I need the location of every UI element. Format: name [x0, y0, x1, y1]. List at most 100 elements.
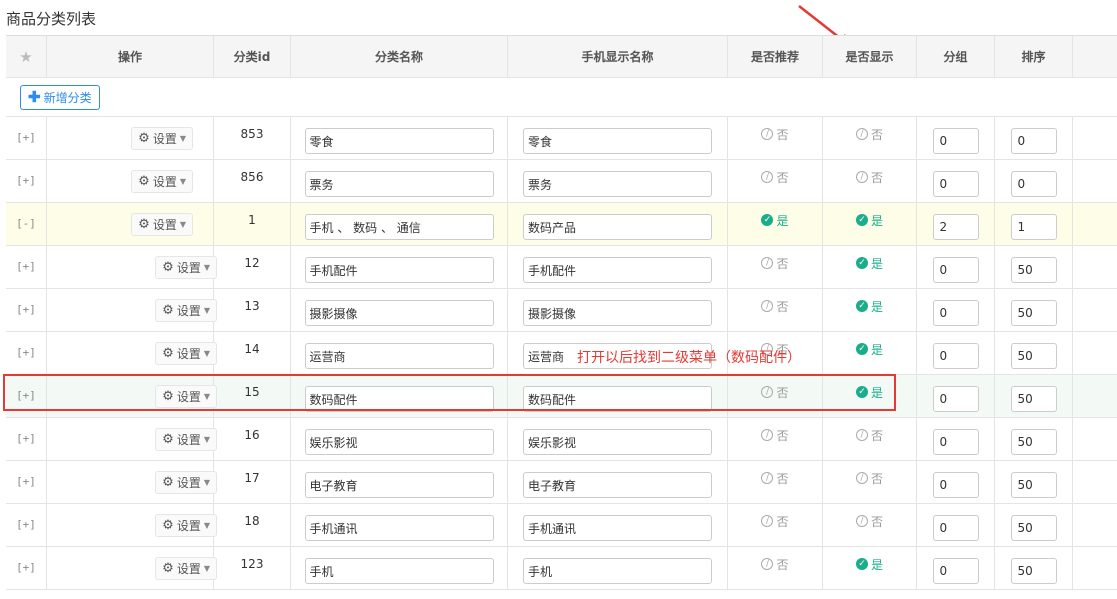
recommend-toggle[interactable]: / 否 [761, 298, 789, 315]
mobile-name-input[interactable] [523, 300, 712, 326]
mobile-name-input[interactable] [523, 171, 712, 197]
ban-icon: / [761, 171, 774, 183]
name-cell [291, 418, 508, 460]
category-name-input[interactable] [304, 343, 494, 369]
group-input[interactable] [932, 558, 979, 584]
recommend-toggle[interactable]: / 否 [761, 126, 789, 143]
display-toggle[interactable]: ✓ 是 [855, 212, 883, 229]
sort-input[interactable] [1010, 171, 1057, 197]
group-cell [917, 246, 995, 288]
category-name-input[interactable] [304, 171, 494, 197]
settings-dropdown-button[interactable]: ⚙ 设置 ▼ [155, 298, 217, 322]
mobile-name-input[interactable] [523, 257, 712, 283]
recommend-toggle[interactable]: / 否 [761, 513, 789, 530]
group-input[interactable] [932, 429, 979, 455]
recommend-toggle[interactable]: ✓ 是 [761, 212, 789, 229]
group-input[interactable] [932, 515, 979, 541]
mobile-name-input[interactable] [523, 386, 712, 412]
sort-input[interactable] [1010, 214, 1057, 240]
display-toggle[interactable]: / 否 [855, 427, 883, 444]
expand-toggle[interactable]: [+] [16, 518, 36, 531]
display-toggle[interactable]: ✓ 是 [855, 341, 883, 358]
category-name-input[interactable] [304, 472, 494, 498]
recommend-toggle[interactable]: / 否 [761, 169, 789, 186]
recommend-toggle[interactable]: / 否 [761, 556, 789, 573]
expand-toggle[interactable]: [+] [16, 475, 36, 488]
sort-input[interactable] [1010, 300, 1057, 326]
display-toggle[interactable]: / 否 [855, 126, 883, 143]
id-cell: 18 [214, 504, 291, 546]
mobile-name-input[interactable] [523, 472, 712, 498]
category-name-input[interactable] [304, 558, 494, 584]
category-name-input[interactable] [304, 515, 494, 541]
category-name-input[interactable] [304, 128, 494, 154]
expand-toggle[interactable]: [+] [16, 303, 36, 316]
group-input[interactable] [932, 257, 979, 283]
settings-dropdown-button[interactable]: ⚙ 设置 ▼ [155, 341, 217, 365]
recommend-toggle[interactable]: / 否 [761, 255, 789, 272]
category-name-input[interactable] [304, 386, 494, 412]
display-toggle[interactable]: ✓ 是 [855, 556, 883, 573]
header-group: 分组 [917, 36, 995, 77]
display-toggle[interactable]: ✓ 是 [855, 384, 883, 401]
display-toggle[interactable]: / 否 [855, 470, 883, 487]
extra-cell [1073, 160, 1117, 202]
recommend-cell: / 否 [728, 117, 823, 159]
settings-dropdown-button[interactable]: ⚙ 设置 ▼ [155, 384, 217, 408]
group-input[interactable] [932, 214, 979, 240]
mobile-name-input[interactable] [523, 429, 712, 455]
settings-dropdown-button[interactable]: ⚙ 设置 ▼ [131, 169, 193, 193]
sort-input[interactable] [1010, 386, 1057, 412]
category-name-input[interactable] [304, 257, 494, 283]
expand-toggle[interactable]: [+] [16, 432, 36, 445]
sort-input[interactable] [1010, 515, 1057, 541]
sort-input[interactable] [1010, 128, 1057, 154]
display-toggle[interactable]: ✓ 是 [855, 255, 883, 272]
sort-input[interactable] [1010, 343, 1057, 369]
sort-cell [995, 547, 1073, 589]
mobile-name-input[interactable] [523, 128, 712, 154]
settings-dropdown-button[interactable]: ⚙ 设置 ▼ [155, 556, 217, 580]
settings-dropdown-button[interactable]: ⚙ 设置 ▼ [131, 126, 193, 150]
recommend-toggle[interactable]: / 否 [761, 427, 789, 444]
expand-toggle[interactable]: [+] [16, 389, 36, 402]
group-input[interactable] [932, 472, 979, 498]
settings-dropdown-button[interactable]: ⚙ 设置 ▼ [131, 212, 193, 236]
category-name-input[interactable] [304, 214, 494, 240]
display-toggle[interactable]: ✓ 是 [855, 298, 883, 315]
settings-label: 设置 [176, 432, 201, 447]
ban-icon: / [761, 386, 774, 398]
sort-input[interactable] [1010, 429, 1057, 455]
id-cell: 853 [214, 117, 291, 159]
mobile-name-input[interactable] [523, 515, 712, 541]
expand-toggle[interactable]: [+] [16, 174, 36, 187]
add-category-button[interactable]: ✚ 新增分类 [20, 85, 100, 110]
mobile-name-input[interactable] [523, 558, 712, 584]
group-input[interactable] [932, 128, 979, 154]
group-input[interactable] [932, 343, 979, 369]
sort-input[interactable] [1010, 558, 1057, 584]
display-label: 否 [870, 471, 883, 486]
group-input[interactable] [932, 171, 979, 197]
expand-toggle[interactable]: [+] [16, 346, 36, 359]
display-toggle[interactable]: / 否 [855, 169, 883, 186]
settings-dropdown-button[interactable]: ⚙ 设置 ▼ [155, 255, 217, 279]
group-input[interactable] [932, 386, 979, 412]
expand-toggle[interactable]: [+] [16, 561, 36, 574]
expand-toggle[interactable]: [+] [16, 260, 36, 273]
category-name-input[interactable] [304, 429, 494, 455]
settings-dropdown-button[interactable]: ⚙ 设置 ▼ [155, 513, 217, 537]
settings-dropdown-button[interactable]: ⚙ 设置 ▼ [155, 427, 217, 451]
expand-toggle[interactable]: [+] [16, 131, 36, 144]
recommend-toggle[interactable]: / 否 [761, 470, 789, 487]
sort-input[interactable] [1010, 257, 1057, 283]
display-toggle[interactable]: / 否 [855, 513, 883, 530]
expand-toggle[interactable]: [-] [16, 217, 36, 230]
category-name-input[interactable] [304, 300, 494, 326]
settings-dropdown-button[interactable]: ⚙ 设置 ▼ [155, 470, 217, 494]
sort-input[interactable] [1010, 472, 1057, 498]
recommend-toggle[interactable]: / 否 [761, 384, 789, 401]
group-input[interactable] [932, 300, 979, 326]
group-cell [917, 375, 995, 417]
mobile-name-input[interactable] [523, 214, 712, 240]
